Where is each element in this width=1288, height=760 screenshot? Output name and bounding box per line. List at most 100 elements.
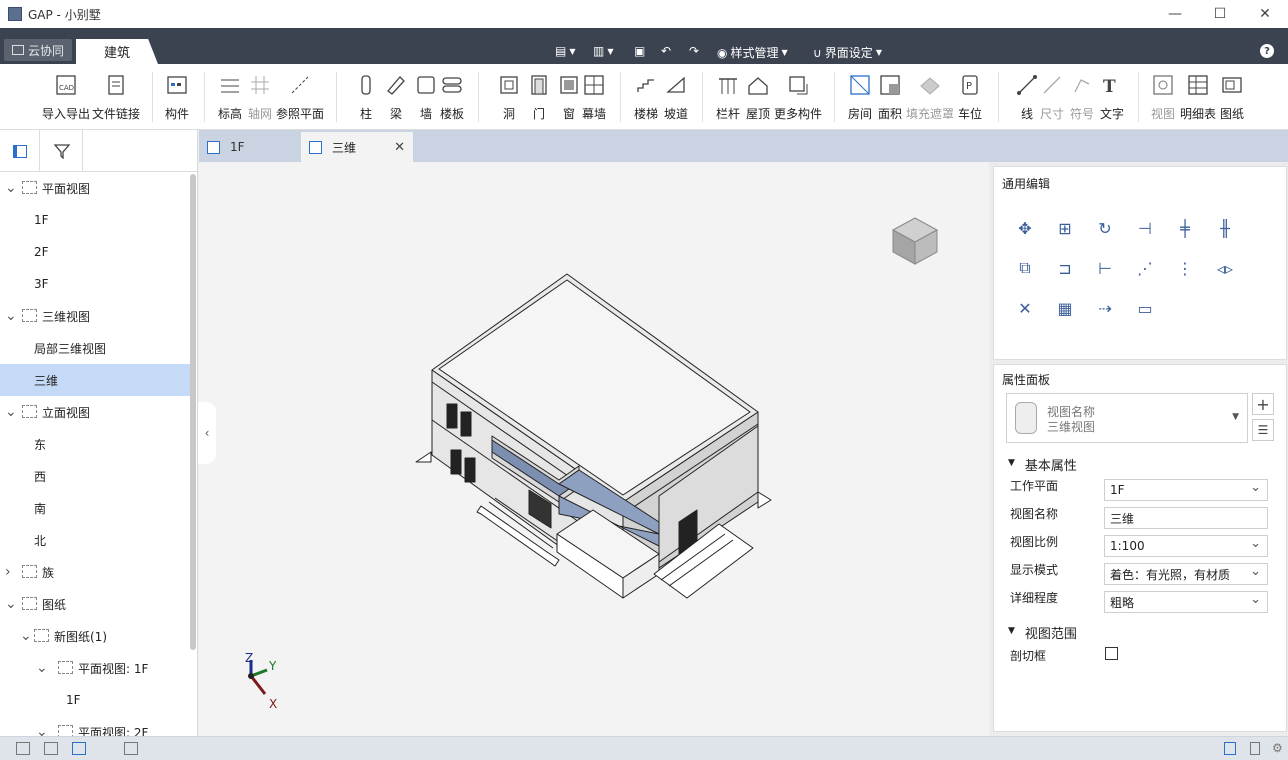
parking-button[interactable]: P 车位 — [958, 74, 982, 122]
help-icon[interactable]: ? — [1260, 44, 1274, 58]
cloud-collab-button[interactable]: 云协同 — [4, 39, 72, 61]
maximize-button[interactable]: ☐ — [1197, 0, 1243, 28]
stair-button[interactable]: 楼梯 — [634, 74, 658, 122]
property-field[interactable]: 粗略 ⌄ — [1104, 591, 1268, 613]
align-icon[interactable]: ⊣ — [1134, 217, 1156, 239]
property-field[interactable]: 1F ⌄ — [1104, 479, 1268, 501]
close-window-button[interactable]: ✕ — [1242, 0, 1288, 28]
type-selector[interactable]: 视图名称 三维视图 ▼ — [1006, 393, 1248, 443]
opening-button[interactable]: 洞 — [498, 74, 520, 122]
tree-item[interactable]: ⌄ 平面视图: 2F — [0, 716, 190, 736]
fill-mask-button[interactable]: 填充遮罩 — [906, 74, 954, 122]
panel-toggle-button[interactable] — [0, 130, 40, 172]
chevron-down-icon[interactable]: ⌄ — [5, 180, 17, 196]
area-button[interactable]: 面积 — [878, 74, 902, 122]
symbol-button[interactable]: 符号 — [1070, 74, 1094, 122]
doc-tab-1f[interactable]: 1F — [199, 132, 300, 162]
tree-item[interactable]: 西 — [0, 460, 190, 492]
more-components-button[interactable]: 更多构件 — [774, 74, 822, 122]
style-manage-button[interactable]: ◉ 样式管理 ▼ — [717, 44, 788, 61]
text-button[interactable]: T 文字 — [1100, 74, 1124, 122]
component-button[interactable]: 构件 — [165, 74, 189, 122]
curtain-wall-button[interactable]: 幕墙 — [582, 74, 606, 122]
close-icon[interactable]: ✕ — [394, 140, 405, 155]
window-tool-button[interactable]: 窗 — [558, 74, 580, 122]
split-icon[interactable]: ╪ — [1174, 217, 1196, 239]
railing-button[interactable]: 栏杆 — [716, 74, 740, 122]
chevron-down-icon[interactable]: ⌄ — [5, 308, 17, 324]
create-similar-icon[interactable]: ▦ — [1054, 297, 1076, 319]
tree-item[interactable]: 1F — [0, 684, 190, 716]
ref-plane-button[interactable]: 参照平面 — [276, 74, 324, 122]
tab-architecture[interactable]: 建筑 — [76, 39, 158, 64]
redo-button[interactable]: ↷ — [689, 44, 699, 58]
undo-button[interactable]: ↶ — [661, 44, 671, 58]
tree-item[interactable]: ⌄ 图纸 — [0, 588, 190, 620]
minimize-button[interactable]: — — [1152, 0, 1198, 28]
ui-settings-button[interactable]: ∪ 界面设定 ▼ — [813, 44, 882, 61]
chevron-down-icon[interactable]: ⌄ — [5, 596, 17, 612]
view-range-header[interactable]: ▼ 视图范围 — [1008, 623, 1077, 642]
tree-item[interactable]: 3F — [0, 268, 190, 300]
filter-button[interactable] — [41, 130, 83, 172]
rotate-icon[interactable]: ↻ — [1094, 217, 1116, 239]
chevron-down-icon[interactable]: ⌄ — [5, 404, 17, 420]
floor-button[interactable]: 楼板 — [440, 74, 464, 122]
room-button[interactable]: 房间 — [848, 74, 872, 122]
ramp-button[interactable]: 坡道 — [664, 74, 688, 122]
tree-item[interactable]: ⌄ 三维视图 — [0, 300, 190, 332]
tree-item[interactable]: ⌄ 新图纸(1) — [0, 620, 190, 652]
property-field[interactable]: 1:100 ⌄ — [1104, 535, 1268, 557]
tree-item[interactable]: 2F — [0, 236, 190, 268]
3d-viewport[interactable]: Z Y X — [199, 162, 989, 736]
array-icon[interactable]: ⋰ — [1134, 257, 1156, 279]
tree-item[interactable]: 1F — [0, 204, 190, 236]
wall-button[interactable]: 墙 — [415, 74, 437, 122]
match-icon[interactable]: ⇢ — [1094, 297, 1116, 319]
chevron-down-icon[interactable]: ⌄ — [20, 628, 32, 644]
grid-view-icon[interactable] — [72, 742, 86, 755]
new-file-button[interactable]: ▤ ▼ — [555, 44, 576, 58]
open-file-button[interactable]: ▥ ▼ — [593, 44, 614, 58]
roof-button[interactable]: 屋顶 — [746, 74, 770, 122]
edit-type-button[interactable]: ☰ — [1252, 419, 1274, 441]
line-button[interactable]: 线 — [1016, 74, 1038, 122]
collapse-panel-handle[interactable]: ‹ — [198, 402, 216, 464]
table-icon[interactable] — [124, 742, 138, 755]
section-box-checkbox[interactable] — [1105, 647, 1118, 660]
tree-item[interactable]: 北 — [0, 524, 190, 556]
chevron-down-icon[interactable]: ⌄ — [36, 660, 48, 676]
beam-button[interactable]: 梁 — [385, 74, 407, 122]
elevation-button[interactable]: 标高 — [218, 74, 242, 122]
save-button[interactable]: ▣ — [634, 44, 645, 58]
move-icon[interactable]: ✥ — [1014, 217, 1036, 239]
view-button[interactable]: 视图 — [1151, 74, 1175, 122]
file-link-button[interactable]: 文件链接 — [92, 74, 140, 122]
measure-icon[interactable]: ▭ — [1134, 297, 1156, 319]
schedule-button[interactable]: 明细表 — [1180, 74, 1216, 122]
tree-item[interactable]: ⌄ 平面视图 — [0, 172, 190, 204]
tree-item[interactable]: › 族 — [0, 556, 190, 588]
group-icon[interactable]: ⋮ — [1174, 257, 1196, 279]
trim-icon[interactable]: ╫ — [1214, 217, 1236, 239]
doc-tab-3d[interactable]: 三维 ✕ — [301, 132, 413, 162]
doc-icon[interactable] — [1250, 742, 1260, 755]
import-export-button[interactable]: CAD 导入导出 — [42, 74, 90, 122]
chevron-right-icon[interactable]: › — [5, 564, 11, 580]
chevron-down-icon[interactable]: ⌄ — [36, 724, 48, 736]
sheet-button[interactable]: 图纸 — [1220, 74, 1244, 122]
tree-item[interactable]: ⌄ 平面视图: 1F — [0, 652, 190, 684]
dimension-button[interactable]: 尺寸 — [1040, 74, 1064, 122]
axis-grid-button[interactable]: 轴网 — [248, 74, 272, 122]
column-button[interactable]: 柱 — [355, 74, 377, 122]
door-button[interactable]: 门 — [528, 74, 550, 122]
tree-item[interactable]: ⌄ 立面视图 — [0, 396, 190, 428]
delete-icon[interactable]: ✕ — [1014, 297, 1036, 319]
trim-extend-icon[interactable]: ⊢ — [1094, 257, 1116, 279]
property-field[interactable]: 三维 — [1104, 507, 1268, 529]
page-icon[interactable] — [1224, 742, 1236, 755]
cascade-icon[interactable] — [44, 742, 58, 755]
tile-icon[interactable] — [16, 742, 30, 755]
settings-icon[interactable]: ⚙ — [1272, 741, 1283, 755]
tree-item[interactable]: 东 — [0, 428, 190, 460]
